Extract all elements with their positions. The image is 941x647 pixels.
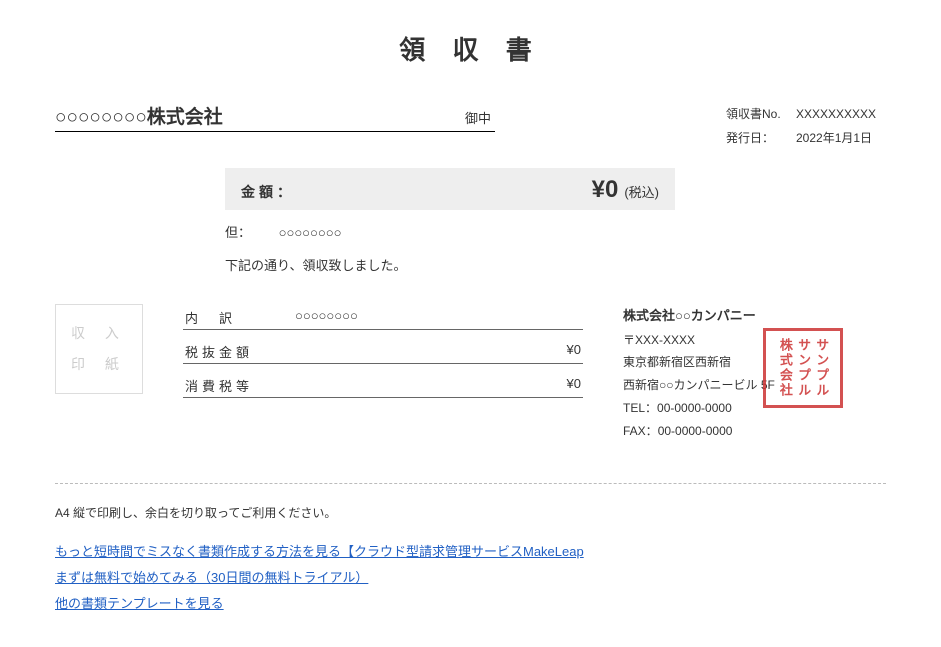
amount-tax-note: (税込) — [624, 182, 659, 201]
issue-date-label: 発行日： — [726, 126, 796, 150]
receipt-no-value: XXXXXXXXXX — [796, 102, 886, 126]
breakdown-block: 内 訳 ○○○○○○○○ 税抜金額 ¥0 消費税等 ¥0 — [183, 304, 583, 398]
issuer-fax: FAX：00-0000-0000 — [623, 420, 823, 443]
proviso-value: ○○○○○○○○ — [279, 225, 342, 240]
receipt-no-label: 領収書No. — [726, 102, 796, 126]
issuer-name: 株式会社○○カンパニー — [623, 304, 823, 329]
proviso-label: 但： — [225, 222, 275, 241]
recipient-name: ○○○○○○○○株式会社 — [55, 102, 455, 129]
breakdown-label: 内 訳 — [185, 308, 275, 327]
received-text: 下記の通り、領収致しました。 — [225, 255, 675, 274]
meta-issue-date: 発行日： 2022年1月1日 — [726, 126, 886, 150]
document-title: 領 収 書 — [55, 30, 886, 67]
fax-label: FAX： — [623, 424, 658, 438]
fax-value: 00-0000-0000 — [658, 424, 733, 438]
footer-separator — [55, 483, 886, 484]
tel-label: TEL： — [623, 401, 657, 415]
breakdown-row: 消費税等 ¥0 — [183, 372, 583, 398]
company-seal: サンプル サンプル 株式会社 — [763, 328, 843, 408]
issuer-block: 株式会社○○カンパニー 〒XXX-XXXX 東京都新宿区西新宿 西新宿○○カンパ… — [623, 304, 823, 443]
print-note: A4 縦で印刷し、余白を切り取ってご利用ください。 — [55, 504, 886, 521]
meta-receipt-no: 領収書No. XXXXXXXXXX — [726, 102, 886, 126]
lower-row: 収 入 印 紙 内 訳 ○○○○○○○○ 税抜金額 ¥0 消費税等 ¥0 株式会… — [55, 304, 886, 443]
breakdown-row: 内 訳 ○○○○○○○○ — [183, 304, 583, 330]
header-row: ○○○○○○○○株式会社 御中 領収書No. XXXXXXXXXX 発行日： 2… — [55, 102, 886, 150]
breakdown-value: ¥0 — [275, 376, 581, 395]
meta-block: 領収書No. XXXXXXXXXX 発行日： 2022年1月1日 — [726, 102, 886, 150]
recipient-block: ○○○○○○○○株式会社 御中 — [55, 102, 495, 132]
recipient-suffix: 御中 — [455, 108, 495, 127]
proviso-row: 但： ○○○○○○○○ — [225, 222, 675, 241]
tel-value: 00-0000-0000 — [657, 401, 732, 415]
link-other-templates[interactable]: 他の書類テンプレートを見る — [55, 596, 224, 611]
seal-text: サンプル サンプル 株式会社 — [776, 338, 831, 398]
amount-value: ¥0 — [321, 176, 618, 204]
breakdown-label: 税抜金額 — [185, 342, 275, 361]
revenue-stamp-text: 収 入 印 紙 — [71, 318, 127, 380]
main-block: 金額： ¥0 (税込) 但： ○○○○○○○○ 下記の通り、領収致しました。 — [225, 168, 675, 274]
breakdown-label: 消費税等 — [185, 376, 275, 395]
amount-label: 金額： — [241, 182, 321, 202]
breakdown-value: ○○○○○○○○ — [275, 308, 581, 327]
link-makeleap[interactable]: もっと短時間でミスなく書類作成する方法を見る【クラウド型請求管理サービスMake… — [55, 544, 584, 559]
breakdown-value: ¥0 — [275, 342, 581, 361]
issue-date-value: 2022年1月1日 — [796, 126, 886, 150]
link-trial[interactable]: まずは無料で始めてみる（30日間の無料トライアル） — [55, 570, 368, 585]
links-block: もっと短時間でミスなく書類作成する方法を見る【クラウド型請求管理サービスMake… — [55, 539, 886, 617]
amount-box: 金額： ¥0 (税込) — [225, 168, 675, 210]
breakdown-row: 税抜金額 ¥0 — [183, 338, 583, 364]
revenue-stamp-box: 収 入 印 紙 — [55, 304, 143, 394]
